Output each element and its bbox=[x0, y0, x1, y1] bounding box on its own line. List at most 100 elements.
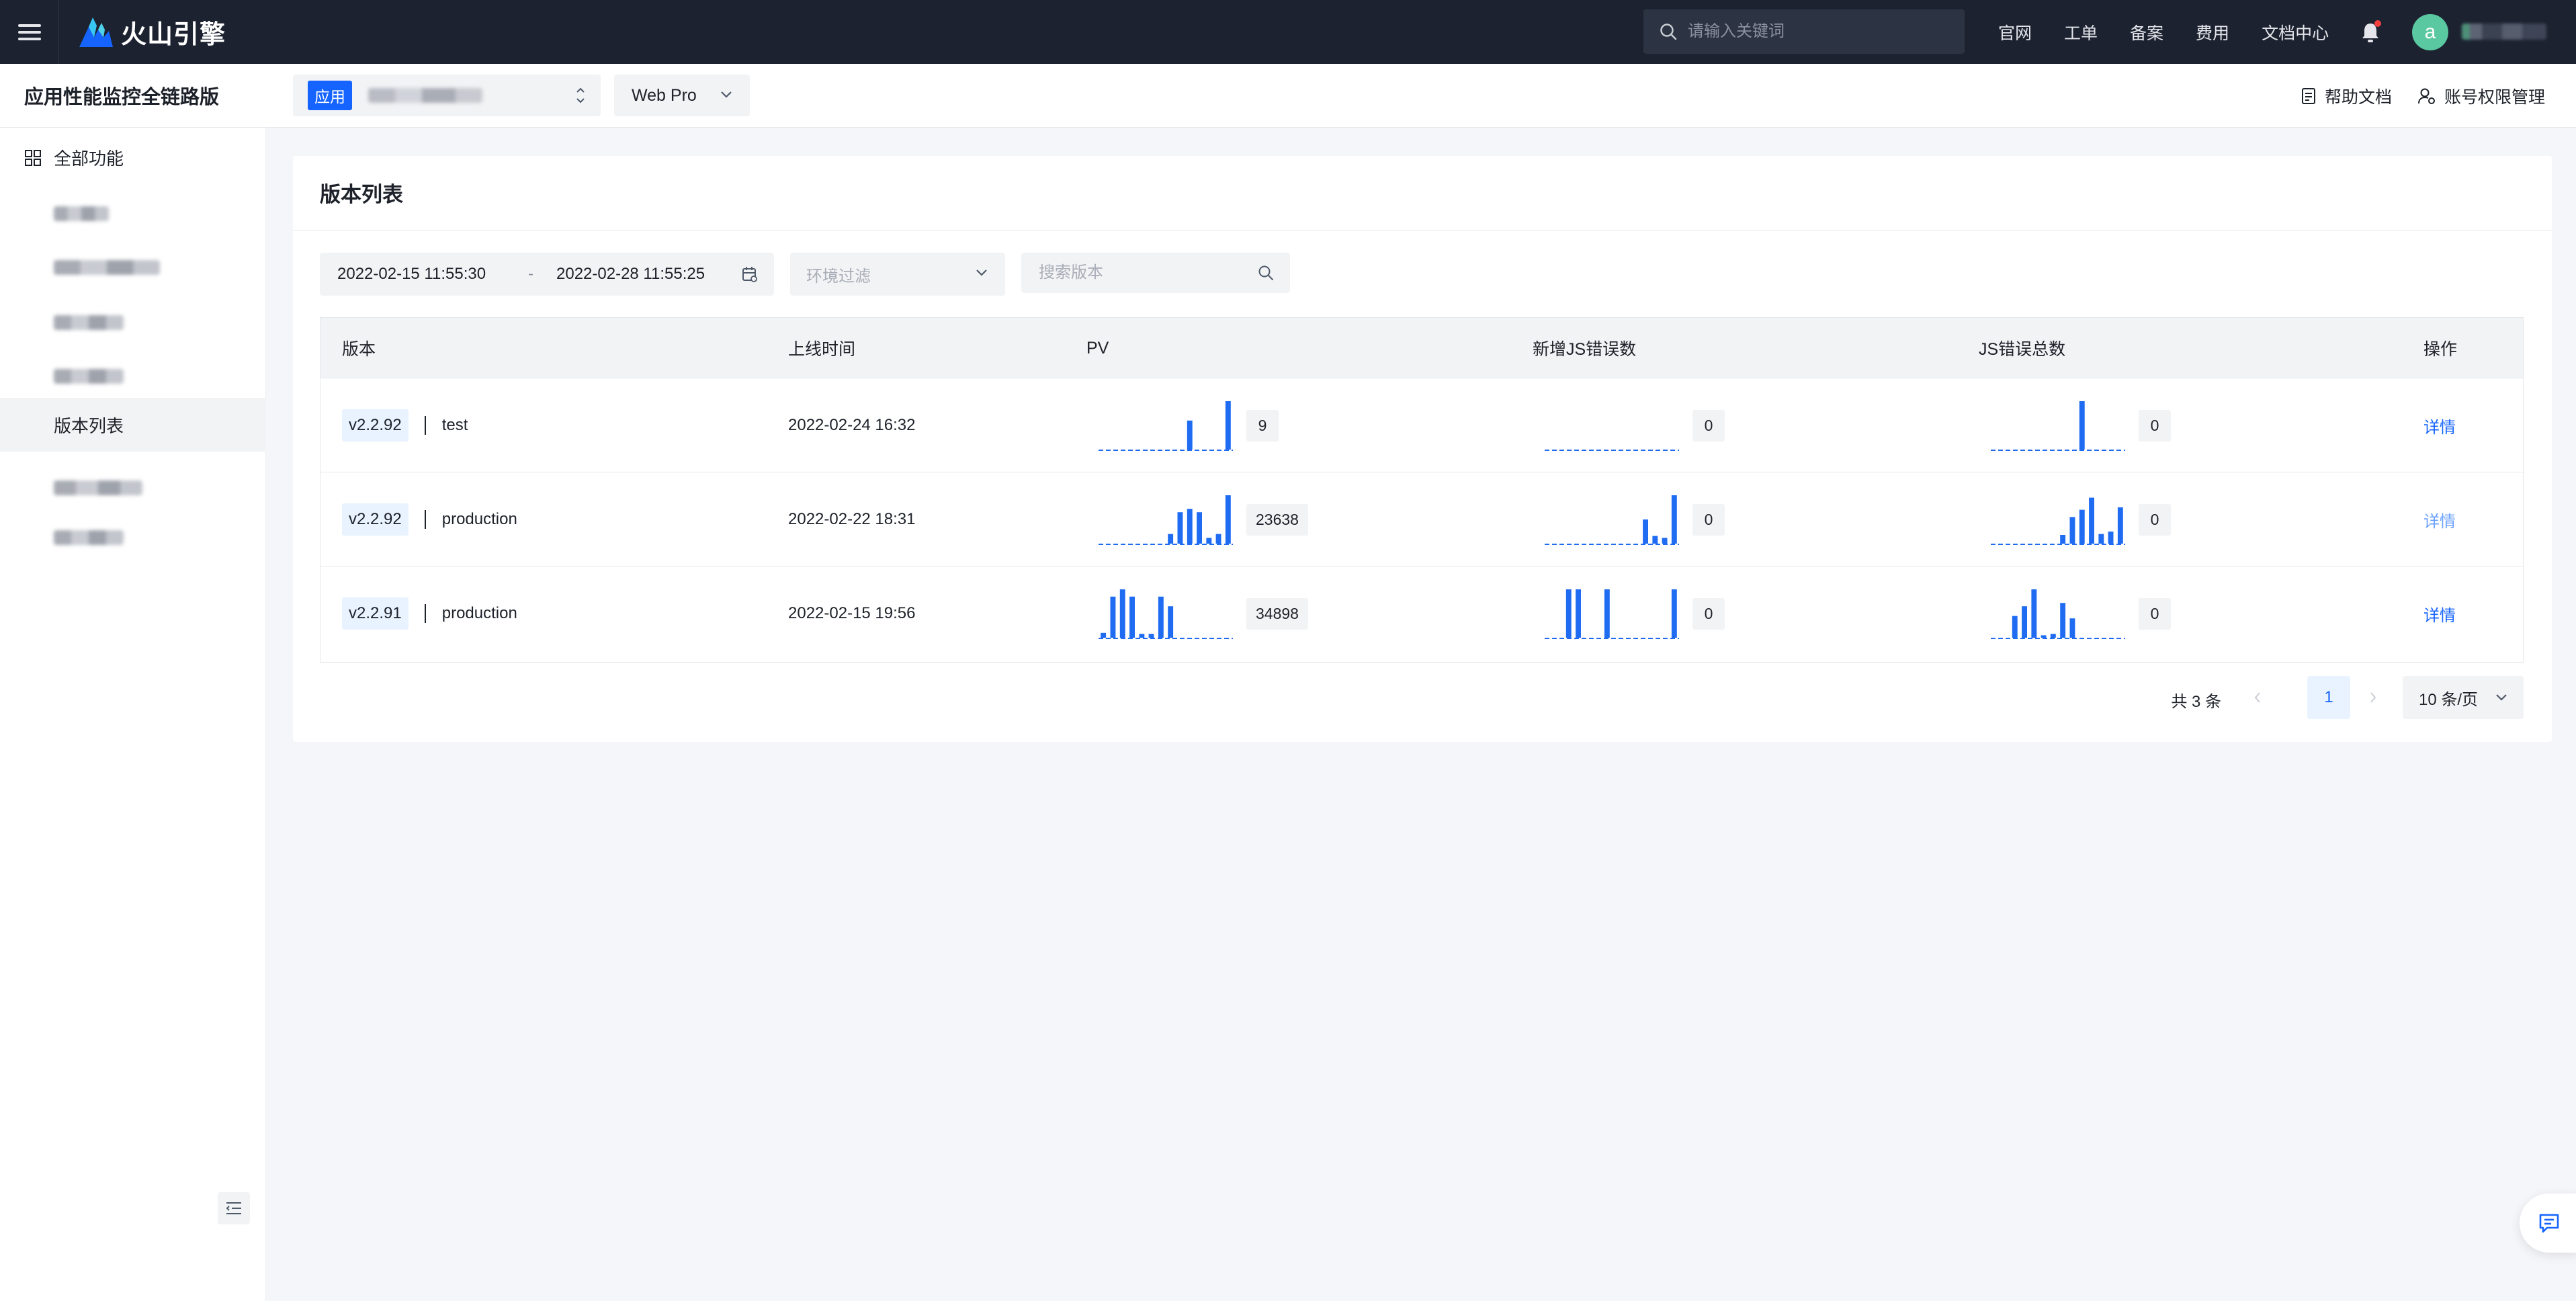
total-js-errors-cell: 0 bbox=[1991, 472, 2171, 566]
table-header: 版本 上线时间 PV 新增JS错误数 JS错误总数 操作 bbox=[320, 318, 2523, 378]
top-link-official-site[interactable]: 官网 bbox=[1998, 20, 2032, 44]
app-name-redacted: redacted bbox=[368, 88, 482, 103]
sidebar-item-redacted-6[interactable] bbox=[0, 511, 266, 564]
sparkline-bar bbox=[1168, 534, 1174, 544]
product-header: 应用性能监控全链路版 应用 redacted Web Pro 帮助文档 bbox=[0, 64, 2576, 128]
new-js-errors-sparkline bbox=[1545, 589, 1679, 639]
version-cell: v2.2.92 production bbox=[342, 472, 517, 566]
actions-cell: 详情 bbox=[2423, 566, 2456, 661]
details-link[interactable]: 详情 bbox=[2423, 414, 2456, 437]
pv-value: 34898 bbox=[1246, 597, 1308, 630]
table-row: v2.2.92 production 2022-02-22 18:31 2363… bbox=[320, 472, 2523, 566]
global-search-box[interactable] bbox=[1643, 9, 1965, 54]
sparkline-bar bbox=[1139, 634, 1145, 638]
new-js-errors-sparkline bbox=[1545, 495, 1679, 545]
sparkline-bar bbox=[2108, 532, 2114, 544]
pagination-page-1[interactable]: 1 bbox=[2307, 676, 2350, 719]
date-range-picker[interactable]: 2022-02-15 11:55:30 - 2022-02-28 11:55:2… bbox=[320, 253, 774, 296]
sparkline-bar bbox=[1168, 606, 1174, 638]
help-docs-link[interactable]: 帮助文档 bbox=[2301, 84, 2392, 108]
sparkline-bar bbox=[2098, 534, 2104, 544]
sidebar-item-redacted-3[interactable] bbox=[0, 296, 266, 349]
page-size-selector[interactable]: 10 条/页 bbox=[2403, 676, 2524, 719]
sparkline-bar bbox=[2079, 401, 2085, 450]
platform-selector[interactable]: Web Pro bbox=[614, 75, 750, 116]
actions-cell: 详情 bbox=[2423, 472, 2456, 566]
sparkline-bar bbox=[2050, 634, 2056, 638]
redacted-label bbox=[54, 369, 124, 384]
new-js-errors-cell: 0 bbox=[1545, 378, 1725, 472]
sparkline-bar bbox=[1565, 589, 1572, 638]
date-separator: - bbox=[528, 265, 533, 283]
sparkline-bar bbox=[2079, 509, 2085, 544]
document-icon bbox=[2301, 87, 2315, 104]
version-tag: v2.2.92 bbox=[342, 409, 409, 442]
sparkline-bar bbox=[1671, 589, 1677, 638]
sparkline-bar bbox=[2022, 606, 2027, 638]
new-js-errors-sparkline bbox=[1545, 450, 1679, 451]
top-link-billing[interactable]: 费用 bbox=[2196, 20, 2229, 44]
column-header-total-js-errors: JS错误总数 bbox=[1979, 340, 2066, 359]
sparkline-bar bbox=[1225, 401, 1231, 450]
hamburger-menu-button[interactable] bbox=[0, 0, 59, 64]
separator bbox=[424, 416, 426, 435]
pagination-prev-button[interactable] bbox=[2245, 685, 2270, 710]
sparkline-bar bbox=[2012, 616, 2018, 638]
sidebar-item-redacted-2[interactable] bbox=[0, 241, 266, 294]
release-time: 2022-02-24 16:32 bbox=[788, 416, 916, 434]
sidebar-item-redacted-5[interactable] bbox=[0, 461, 266, 515]
redacted-label bbox=[54, 315, 124, 330]
column-header-new-js-errors: 新增JS错误数 bbox=[1533, 340, 1637, 359]
brand-logo[interactable]: 火山引擎 bbox=[79, 13, 226, 50]
global-search-input[interactable] bbox=[1688, 22, 1943, 41]
sparkline-bar bbox=[1206, 538, 1212, 544]
release-time: 2022-02-22 18:31 bbox=[788, 510, 916, 528]
details-link[interactable]: 详情 bbox=[2423, 602, 2456, 626]
grid-icon bbox=[25, 149, 41, 166]
notification-dot bbox=[2374, 20, 2381, 27]
pv-trend-sparkline bbox=[1099, 401, 1233, 451]
total-js-errors-sparkline bbox=[1991, 401, 2125, 451]
user-settings-icon bbox=[2417, 88, 2435, 104]
sidebar-item-redacted-4[interactable] bbox=[0, 349, 266, 403]
details-link[interactable]: 详情 bbox=[2423, 508, 2456, 532]
header-actions: 帮助文档 账号权限管理 bbox=[2275, 64, 2545, 128]
sparkline-bar bbox=[1662, 538, 1668, 544]
version-table: 版本 上线时间 PV 新增JS错误数 JS错误总数 操作 v2.2.92 tes… bbox=[320, 317, 2524, 663]
app-tag: 应用 bbox=[308, 81, 352, 110]
new-js-errors-value: 0 bbox=[1692, 409, 1725, 442]
sidebar-collapse-button[interactable] bbox=[218, 1192, 250, 1224]
redacted-label bbox=[54, 480, 142, 495]
user-name-redacted[interactable]: redacted bbox=[2462, 24, 2546, 40]
version-search-box[interactable] bbox=[1021, 253, 1290, 293]
sparkline-bar bbox=[1187, 509, 1193, 544]
new-js-errors-cell: 0 bbox=[1545, 566, 1725, 661]
new-js-errors-value: 0 bbox=[1692, 503, 1725, 536]
chat-icon bbox=[2539, 1214, 2559, 1233]
sparkline-bar bbox=[2060, 535, 2066, 544]
top-link-docs-center[interactable]: 文档中心 bbox=[2262, 20, 2329, 44]
sparkline-bar bbox=[1110, 596, 1116, 638]
chevron-up-down-icon bbox=[576, 87, 585, 103]
chevron-right-icon bbox=[2370, 692, 2376, 703]
account-permissions-link[interactable]: 账号权限管理 bbox=[2417, 84, 2545, 108]
sidebar-item-version-list[interactable]: 版本列表 bbox=[0, 398, 266, 452]
column-header-release-time: 上线时间 bbox=[788, 340, 856, 359]
top-link-tickets[interactable]: 工单 bbox=[2064, 20, 2098, 44]
sidebar-item-redacted-1[interactable] bbox=[0, 187, 266, 241]
environment-filter[interactable]: 环境过滤 bbox=[790, 253, 1005, 296]
date-end: 2022-02-28 11:55:25 bbox=[556, 265, 705, 283]
user-avatar[interactable]: a bbox=[2412, 14, 2448, 50]
notification-button[interactable] bbox=[2357, 19, 2384, 46]
sidebar: 全部功能 版本列表 bbox=[0, 128, 266, 1301]
sidebar-all-functions[interactable]: 全部功能 bbox=[24, 145, 124, 170]
app-selector[interactable]: 应用 redacted bbox=[293, 75, 601, 116]
pv-value: 23638 bbox=[1246, 503, 1308, 536]
sparkline-bar bbox=[2031, 589, 2037, 638]
version-search-input[interactable] bbox=[1039, 263, 1240, 282]
feedback-float-button[interactable] bbox=[2520, 1193, 2576, 1253]
volcano-logo-icon bbox=[79, 17, 113, 47]
top-link-filing[interactable]: 备案 bbox=[2130, 20, 2163, 44]
table-row: v2.2.92 test 2022-02-24 16:32 9 0 0 详情 bbox=[320, 378, 2523, 472]
pagination-next-button[interactable] bbox=[2361, 685, 2385, 710]
